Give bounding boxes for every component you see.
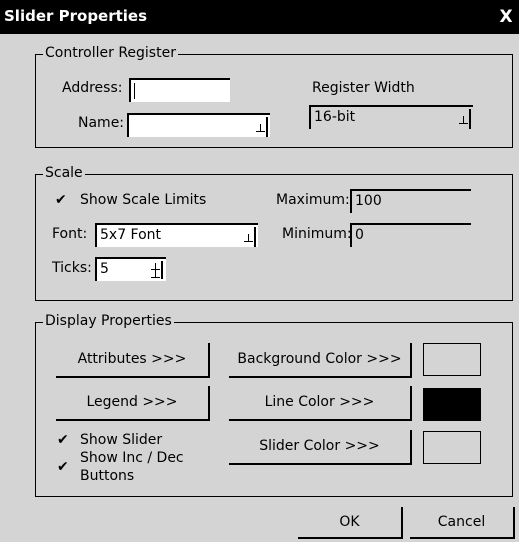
minimum-value: 0 bbox=[355, 227, 364, 243]
maximum-label: Maximum: bbox=[276, 192, 350, 208]
register-width-value: 16-bit bbox=[314, 109, 356, 125]
cancel-button[interactable]: Cancel bbox=[410, 507, 515, 539]
show-scale-limits-checkbox[interactable]: ✔ bbox=[55, 193, 67, 207]
address-label: Address: bbox=[62, 80, 123, 96]
font-combobox[interactable]: 5x7 Font bbox=[95, 223, 258, 247]
controller-register-group bbox=[35, 54, 513, 148]
font-value: 5x7 Font bbox=[100, 227, 162, 243]
legend-button[interactable]: Legend >>> bbox=[56, 386, 210, 421]
minimum-label: Minimum: bbox=[282, 226, 352, 242]
line-color-swatch[interactable] bbox=[423, 388, 481, 421]
spin-arrows-icon[interactable] bbox=[149, 261, 163, 279]
show-inc-dec-label-line2: Buttons bbox=[80, 468, 135, 484]
controller-register-legend: Controller Register bbox=[43, 45, 178, 61]
background-color-button[interactable]: Background Color >>> bbox=[229, 343, 412, 378]
background-color-swatch[interactable] bbox=[423, 343, 481, 376]
font-label: Font: bbox=[52, 226, 88, 242]
show-inc-dec-checkbox[interactable]: ✔ bbox=[57, 460, 69, 474]
ok-button[interactable]: OK bbox=[298, 507, 403, 539]
show-slider-checkbox[interactable]: ✔ bbox=[57, 433, 69, 447]
line-color-button[interactable]: Line Color >>> bbox=[229, 386, 412, 421]
text-caret bbox=[134, 83, 135, 99]
slider-color-swatch[interactable] bbox=[423, 431, 481, 464]
dialog-title: Slider Properties bbox=[4, 7, 148, 25]
title-bar: Slider Properties X bbox=[0, 0, 519, 34]
slider-properties-dialog: Slider Properties X Controller Register … bbox=[0, 0, 519, 542]
dropdown-arrow-icon[interactable] bbox=[255, 117, 268, 137]
register-width-combobox[interactable]: 16-bit bbox=[309, 105, 473, 129]
slider-color-button[interactable]: Slider Color >>> bbox=[229, 430, 412, 465]
maximum-value: 100 bbox=[355, 193, 382, 209]
show-inc-dec-label-line1: Show Inc / Dec bbox=[80, 450, 184, 466]
attributes-button[interactable]: Attributes >>> bbox=[56, 343, 210, 378]
show-slider-label: Show Slider bbox=[80, 432, 163, 448]
show-scale-limits-label: Show Scale Limits bbox=[80, 192, 207, 208]
display-properties-legend: Display Properties bbox=[43, 313, 174, 329]
maximum-input[interactable]: 100 bbox=[350, 189, 471, 213]
name-label: Name: bbox=[78, 115, 125, 131]
ticks-spinner[interactable]: 5 bbox=[95, 257, 166, 281]
close-icon[interactable]: X bbox=[497, 7, 515, 27]
name-combobox[interactable] bbox=[127, 113, 270, 137]
register-width-label: Register Width bbox=[312, 80, 415, 96]
scale-legend: Scale bbox=[43, 165, 85, 181]
dropdown-arrow-icon[interactable] bbox=[458, 109, 471, 129]
ticks-value: 5 bbox=[100, 261, 109, 277]
address-input[interactable] bbox=[129, 78, 230, 102]
ticks-label: Ticks: bbox=[52, 260, 92, 276]
dropdown-arrow-icon[interactable] bbox=[243, 227, 256, 247]
minimum-input[interactable]: 0 bbox=[350, 223, 471, 247]
